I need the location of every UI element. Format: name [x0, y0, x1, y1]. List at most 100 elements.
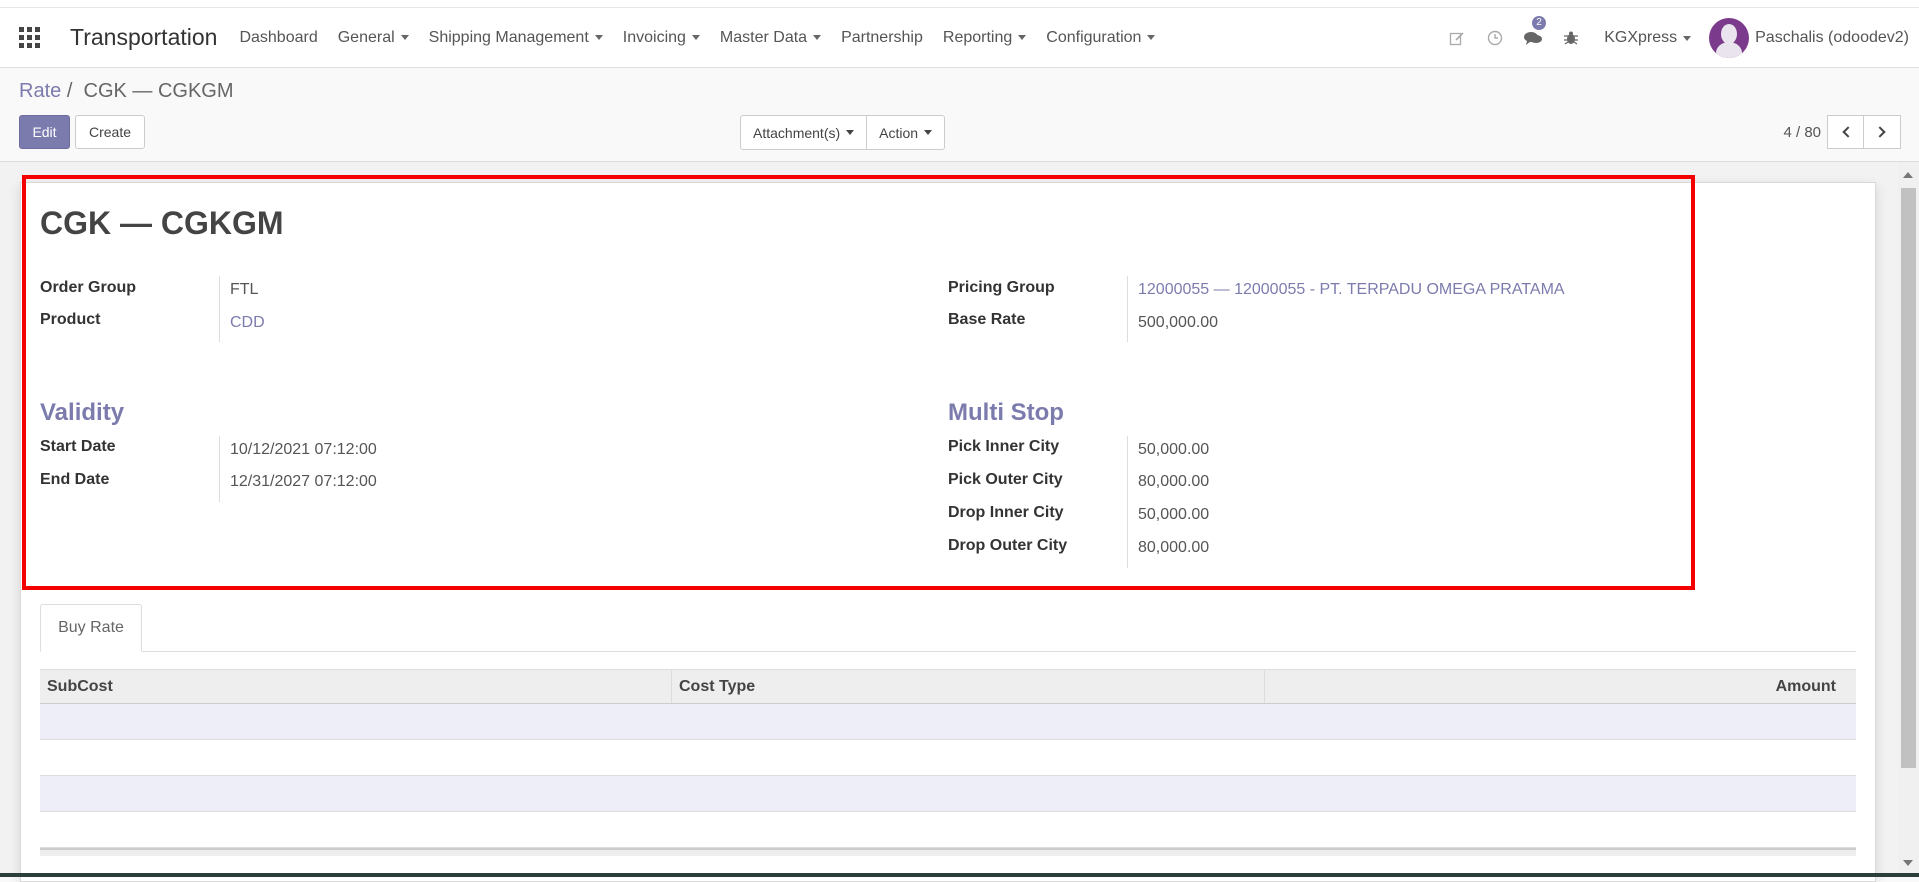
avatar [1709, 18, 1750, 58]
menu-master-data-label: Master Data [719, 28, 808, 46]
breadcrumb: Rate / CGK — CGKGM [19, 80, 234, 103]
table-row [40, 812, 1856, 848]
taskbar-strip [0, 873, 1919, 877]
top-menu: Dashboard General Shipping Management In… [229, 29, 1165, 47]
caret-down-icon [594, 35, 603, 40]
pager-next-button[interactable] [1864, 115, 1901, 149]
start-date-value: 10/12/2021 07:12:00 [230, 441, 377, 458]
breadcrumb-separator: / [66, 80, 73, 102]
buy-rate-table: SubCost Cost Type Amount [40, 669, 1856, 856]
drop-outer-city-value: 80,000.00 [1138, 539, 1210, 556]
menu-general[interactable]: General [328, 29, 419, 47]
order-group-label: Order Group [40, 279, 137, 296]
tab-buy-rate[interactable]: Buy Rate [40, 604, 142, 652]
pick-outer-city-value: 80,000.00 [1138, 473, 1210, 490]
end-date-value: 12/31/2027 07:12:00 [230, 473, 377, 490]
caret-down-icon [1018, 35, 1027, 40]
window-top-strip [0, 0, 1919, 8]
caret-down-icon [400, 35, 409, 40]
pricing-group-link[interactable]: 12000055 — 12000055 - PT. TERPADU OMEGA … [1138, 281, 1565, 299]
vertical-scrollbar[interactable] [1898, 162, 1919, 877]
pager-previous-button[interactable] [1827, 115, 1864, 149]
bug-icon[interactable] [1552, 8, 1590, 68]
menu-dashboard[interactable]: Dashboard [229, 29, 327, 47]
menu-reporting[interactable]: Reporting [933, 29, 1036, 47]
main-navbar: Transportation Dashboard General Shippin… [0, 8, 1919, 68]
chevron-right-icon [1874, 126, 1886, 138]
sidebar-actions: Attachment(s) Action [740, 115, 946, 150]
pricing-group-label: Pricing Group [948, 279, 1055, 296]
edit-icon[interactable] [1438, 8, 1476, 68]
breadcrumb-current: CGK — CGKGM [83, 80, 234, 102]
edit-button[interactable]: Edit [19, 115, 70, 149]
pager: 4 / 80 [1783, 115, 1901, 149]
record-title: CGK — CGKGM [40, 205, 284, 241]
navbar-systray: 2 KGXpress Paschalis (odoodev2) [1438, 8, 1919, 68]
base-rate-value: 500,000.00 [1138, 314, 1219, 331]
drop-inner-city-label: Drop Inner City [948, 504, 1064, 521]
company-switcher[interactable]: KGXpress [1590, 29, 1705, 47]
table-row [40, 704, 1856, 740]
menu-master-data[interactable]: Master Data [710, 29, 831, 47]
field-separator [1127, 436, 1128, 568]
pick-inner-city-label: Pick Inner City [948, 438, 1060, 455]
chevron-left-icon [1841, 126, 1854, 138]
product-label: Product [40, 311, 101, 328]
drop-inner-city-value: 50,000.00 [1138, 506, 1210, 523]
menu-partnership-label: Partnership [841, 28, 923, 46]
pick-inner-city-value: 50,000.00 [1138, 441, 1210, 458]
caret-down-icon [1683, 35, 1692, 41]
pager-value[interactable]: 4 / 80 [1783, 124, 1821, 141]
menu-dashboard-label: Dashboard [239, 28, 318, 46]
clock-icon[interactable] [1476, 8, 1514, 68]
end-date-label: End Date [40, 471, 110, 488]
validity-section-title: Validity [40, 399, 125, 426]
caret-down-icon [924, 130, 933, 135]
drop-outer-city-label: Drop Outer City [948, 537, 1068, 554]
menu-invoicing-label: Invoicing [622, 28, 686, 46]
create-button[interactable]: Create [75, 115, 145, 149]
breadcrumb-parent-link[interactable]: Rate [19, 80, 61, 102]
action-label: Action [879, 124, 919, 141]
menu-invoicing[interactable]: Invoicing [613, 29, 710, 47]
menu-reporting-label: Reporting [942, 28, 1013, 46]
caret-down-icon [691, 35, 700, 40]
scroll-up-arrow-icon[interactable] [1903, 172, 1913, 178]
apps-menu-icon[interactable] [0, 8, 58, 68]
table-footer [40, 848, 1856, 856]
menu-configuration[interactable]: Configuration [1036, 29, 1165, 47]
start-date-label: Start Date [40, 438, 116, 455]
user-name: Paschalis (odoodev2) [1755, 29, 1909, 46]
app-title[interactable]: Transportation [70, 24, 217, 51]
menu-partnership[interactable]: Partnership [831, 29, 933, 47]
pick-outer-city-label: Pick Outer City [948, 471, 1063, 488]
caret-down-icon [846, 130, 855, 135]
menu-shipping-management-label: Shipping Management [428, 28, 589, 46]
column-subcost[interactable]: SubCost [40, 670, 672, 703]
order-group-value: FTL [230, 281, 259, 298]
user-menu[interactable]: Paschalis (odoodev2) [1705, 18, 1919, 58]
menu-shipping-management[interactable]: Shipping Management [419, 29, 613, 47]
attachments-dropdown[interactable]: Attachment(s) [741, 116, 866, 149]
chat-icon[interactable]: 2 [1514, 8, 1552, 68]
table-row [40, 776, 1856, 812]
action-dropdown[interactable]: Action [866, 116, 944, 149]
caret-down-icon [1147, 35, 1156, 40]
scroll-down-arrow-icon[interactable] [1903, 860, 1913, 866]
table-row [40, 740, 1856, 776]
field-separator [219, 436, 220, 502]
attachments-label: Attachment(s) [753, 124, 841, 141]
column-cost-type[interactable]: Cost Type [672, 670, 1265, 703]
product-link[interactable]: CDD [230, 314, 265, 332]
field-separator [1127, 276, 1128, 342]
company-name: KGXpress [1604, 29, 1678, 46]
column-amount[interactable]: Amount [1265, 670, 1856, 703]
messages-badge: 2 [1532, 16, 1546, 30]
menu-general-label: General [337, 28, 395, 46]
notebook-tab-line [40, 651, 1856, 652]
caret-down-icon [813, 35, 822, 40]
base-rate-label: Base Rate [948, 311, 1026, 328]
table-header: SubCost Cost Type Amount [40, 669, 1856, 704]
multi-stop-section-title: Multi Stop [948, 399, 1064, 426]
scrollbar-thumb[interactable] [1901, 188, 1916, 768]
